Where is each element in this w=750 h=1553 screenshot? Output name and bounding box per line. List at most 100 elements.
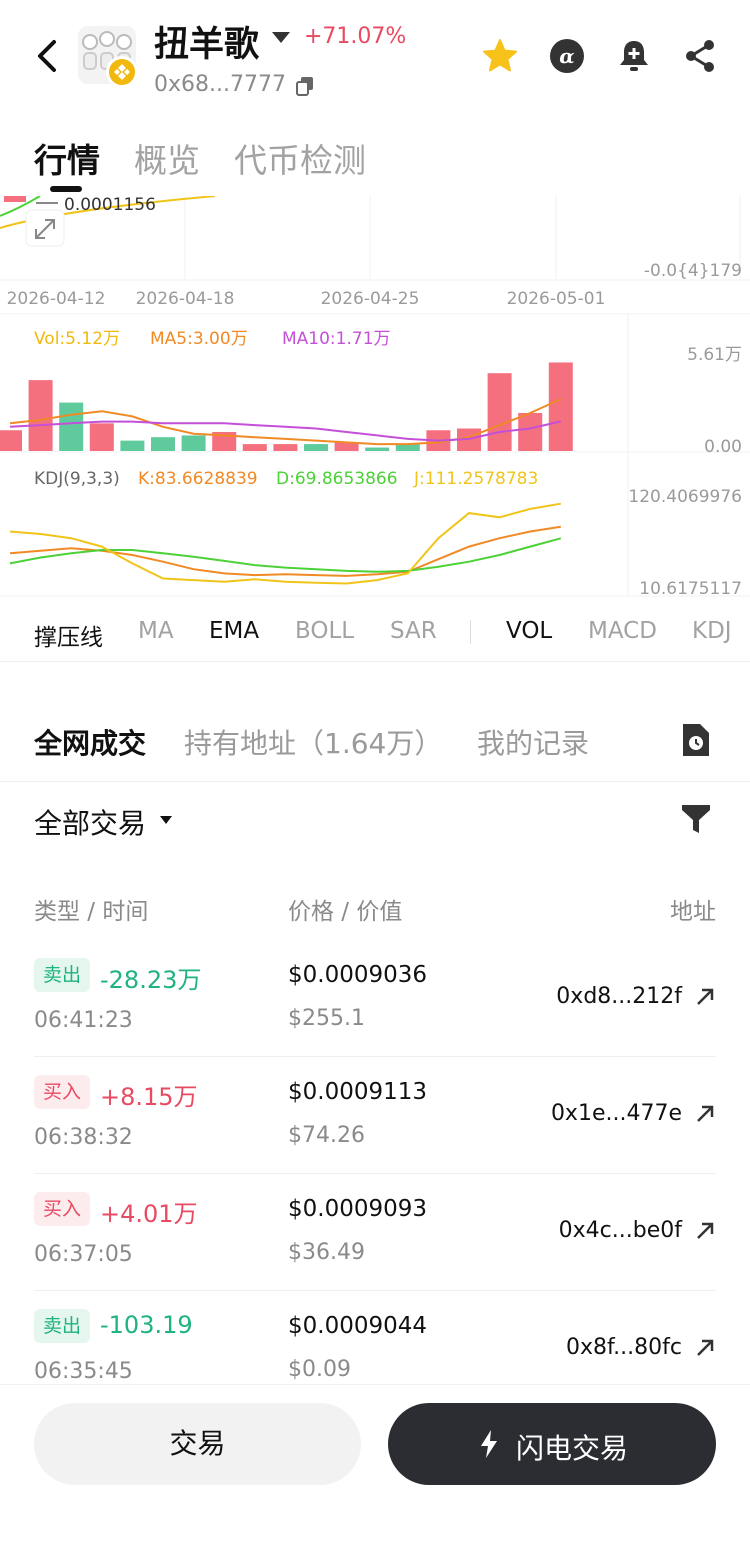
indicator-boll[interactable]: BOLL [295, 618, 354, 644]
date-label-2: 2026-04-18 [136, 289, 235, 309]
external-link-arrow-icon[interactable] [694, 1337, 716, 1359]
price-chart[interactable]: 0.0001156 -0.0{4}179 2026-04-12 2026-04-… [0, 196, 750, 600]
volume-bar [120, 440, 145, 451]
svg-text:α: α [559, 44, 574, 68]
trade-price: $0.0009036 [288, 962, 428, 988]
col-price-value: 价格 / 价值 [288, 899, 403, 925]
back-arrow-icon[interactable] [30, 36, 64, 76]
indicator-macd[interactable]: MACD [588, 618, 657, 644]
price-change: +71.07% [304, 24, 407, 49]
star-icon[interactable] [482, 38, 518, 74]
trade-price: $0.0009113 [288, 1079, 428, 1105]
share-icon[interactable] [682, 38, 718, 74]
tab-all-trades[interactable]: 全网成交 [34, 722, 146, 762]
indicator-vol[interactable]: VOL [506, 618, 552, 644]
tab-my-records[interactable]: 我的记录 [477, 722, 589, 762]
tab-holders[interactable]: 持有地址（1.64万） [184, 722, 442, 762]
trade-value: $36.49 [288, 1240, 365, 1265]
col-type-time: 类型 / 时间 [34, 899, 149, 925]
date-label-3: 2026-04-25 [321, 289, 420, 309]
volume-bar [273, 444, 298, 451]
volume-bar [0, 430, 22, 451]
indicator-ema[interactable]: EMA [209, 618, 259, 644]
indicator-kdj[interactable]: KDJ [692, 618, 732, 644]
main-tabs: 行情 概览 代币检测 [0, 120, 750, 196]
bottom-action-bar: 交易 闪电交易 [0, 1384, 750, 1553]
indicator-divider [470, 620, 471, 644]
tab-overview[interactable]: 概览 [134, 134, 200, 182]
external-link-arrow-icon[interactable] [694, 986, 716, 1008]
bell-add-icon[interactable] [616, 38, 652, 74]
volume-bar [181, 435, 206, 451]
trade-amount: -103.19 [100, 1311, 193, 1339]
trade-tabs: 全网成交 持有地址（1.64万） 我的记录 [0, 700, 750, 782]
trade-value: $74.26 [288, 1123, 365, 1148]
trade-type-badge: 卖出 [34, 958, 90, 992]
volume-bar [395, 444, 420, 451]
chart-canvas[interactable]: 0.0001156 -0.0{4}179 2026-04-12 2026-04-… [0, 196, 750, 600]
volume-bar [304, 444, 328, 451]
trade-type-badge: 买入 [34, 1192, 90, 1226]
kdj-legend-j: J:111.2578783 [413, 469, 538, 489]
trade-amount: -28.23万 [100, 966, 202, 994]
trade-time: 06:37:05 [34, 1242, 133, 1267]
tab-market[interactable]: 行情 [34, 134, 100, 182]
ma10-legend: MA10:1.71万 [282, 329, 391, 349]
tab-token-check[interactable]: 代币检测 [234, 134, 366, 182]
volume-bars [0, 362, 573, 451]
alpha-icon[interactable]: α [549, 38, 585, 74]
history-doc-icon[interactable] [680, 722, 712, 758]
kdj-axis-max: 120.4069976 [628, 487, 742, 507]
trade-price: $0.0009093 [288, 1196, 428, 1222]
copy-icon[interactable] [296, 76, 314, 96]
trader-address[interactable]: 0x4c...be0f [559, 1218, 682, 1243]
trade-time: 06:38:32 [34, 1125, 133, 1150]
token-switch-caret-icon[interactable] [272, 32, 290, 43]
chevron-down-icon[interactable] [160, 816, 172, 824]
vol-legend: Vol:5.12万 [34, 329, 120, 349]
filter-row: 全部交易 [0, 790, 750, 850]
lightning-bolt-icon [481, 1430, 497, 1458]
external-link-arrow-icon[interactable] [694, 1220, 716, 1242]
bnb-chain-icon [106, 56, 138, 88]
funnel-filter-icon[interactable] [680, 802, 712, 836]
trade-filter-dropdown[interactable]: 全部交易 [34, 802, 146, 842]
price-axis-low: -0.0{4}179 [644, 261, 742, 281]
top-price-label: 0.0001156 [64, 196, 156, 215]
column-headers: 类型 / 时间 价格 / 价值 地址 [0, 892, 750, 932]
trader-address[interactable]: 0xd8...212f [556, 984, 682, 1009]
indicator-sar[interactable]: SAR [390, 618, 437, 644]
chart-grid [0, 196, 750, 597]
trade-row[interactable]: 买入 +8.15万 06:38:32 $0.0009113 $74.26 0x1… [34, 1057, 716, 1174]
external-link-arrow-icon[interactable] [694, 1103, 716, 1125]
header: 扭羊歌 +71.07% 0x68...7777 α [0, 0, 750, 120]
trade-button[interactable]: 交易 [34, 1403, 361, 1485]
flash-trade-button[interactable]: 闪电交易 [388, 1403, 716, 1485]
trader-address[interactable]: 0x1e...477e [551, 1101, 682, 1126]
indicator-support-resistance[interactable]: 撑压线 [34, 618, 103, 652]
contract-address: 0x68...7777 [154, 72, 286, 97]
active-tab-indicator [50, 186, 82, 192]
trade-time: 06:35:45 [34, 1359, 133, 1384]
volume-bar [151, 437, 175, 451]
trade-value: $255.1 [288, 1006, 365, 1031]
trade-type-badge: 买入 [34, 1075, 90, 1109]
kdj-legend-d: D:69.8653866 [276, 469, 398, 489]
kdj-lines [9, 502, 562, 585]
date-label-4: 2026-05-01 [507, 289, 606, 309]
volume-bar [59, 402, 84, 451]
trade-row[interactable]: 买入 +4.01万 06:37:05 $0.0009093 $36.49 0x4… [34, 1174, 716, 1291]
price-candle [4, 196, 26, 202]
flash-trade-label: 闪电交易 [516, 1432, 629, 1465]
volume-bar [89, 423, 114, 451]
trade-row[interactable]: 卖出 -28.23万 06:41:23 $0.0009036 $255.1 0x… [34, 940, 716, 1057]
volume-bar [518, 412, 543, 451]
kdj-axis-min: 10.6175117 [639, 579, 742, 599]
token-name[interactable]: 扭羊歌 [154, 16, 259, 67]
trade-row[interactable]: 卖出 -103.19 06:35:45 $0.0009044 $0.09 0x8… [34, 1291, 716, 1385]
indicator-ma[interactable]: MA [138, 618, 174, 644]
trader-address[interactable]: 0x8f...80fc [566, 1335, 682, 1360]
volume-bar [548, 362, 573, 451]
expand-icon[interactable] [25, 209, 65, 247]
indicator-bar: 撑压线 MA EMA BOLL SAR VOL MACD KDJ [0, 600, 750, 662]
